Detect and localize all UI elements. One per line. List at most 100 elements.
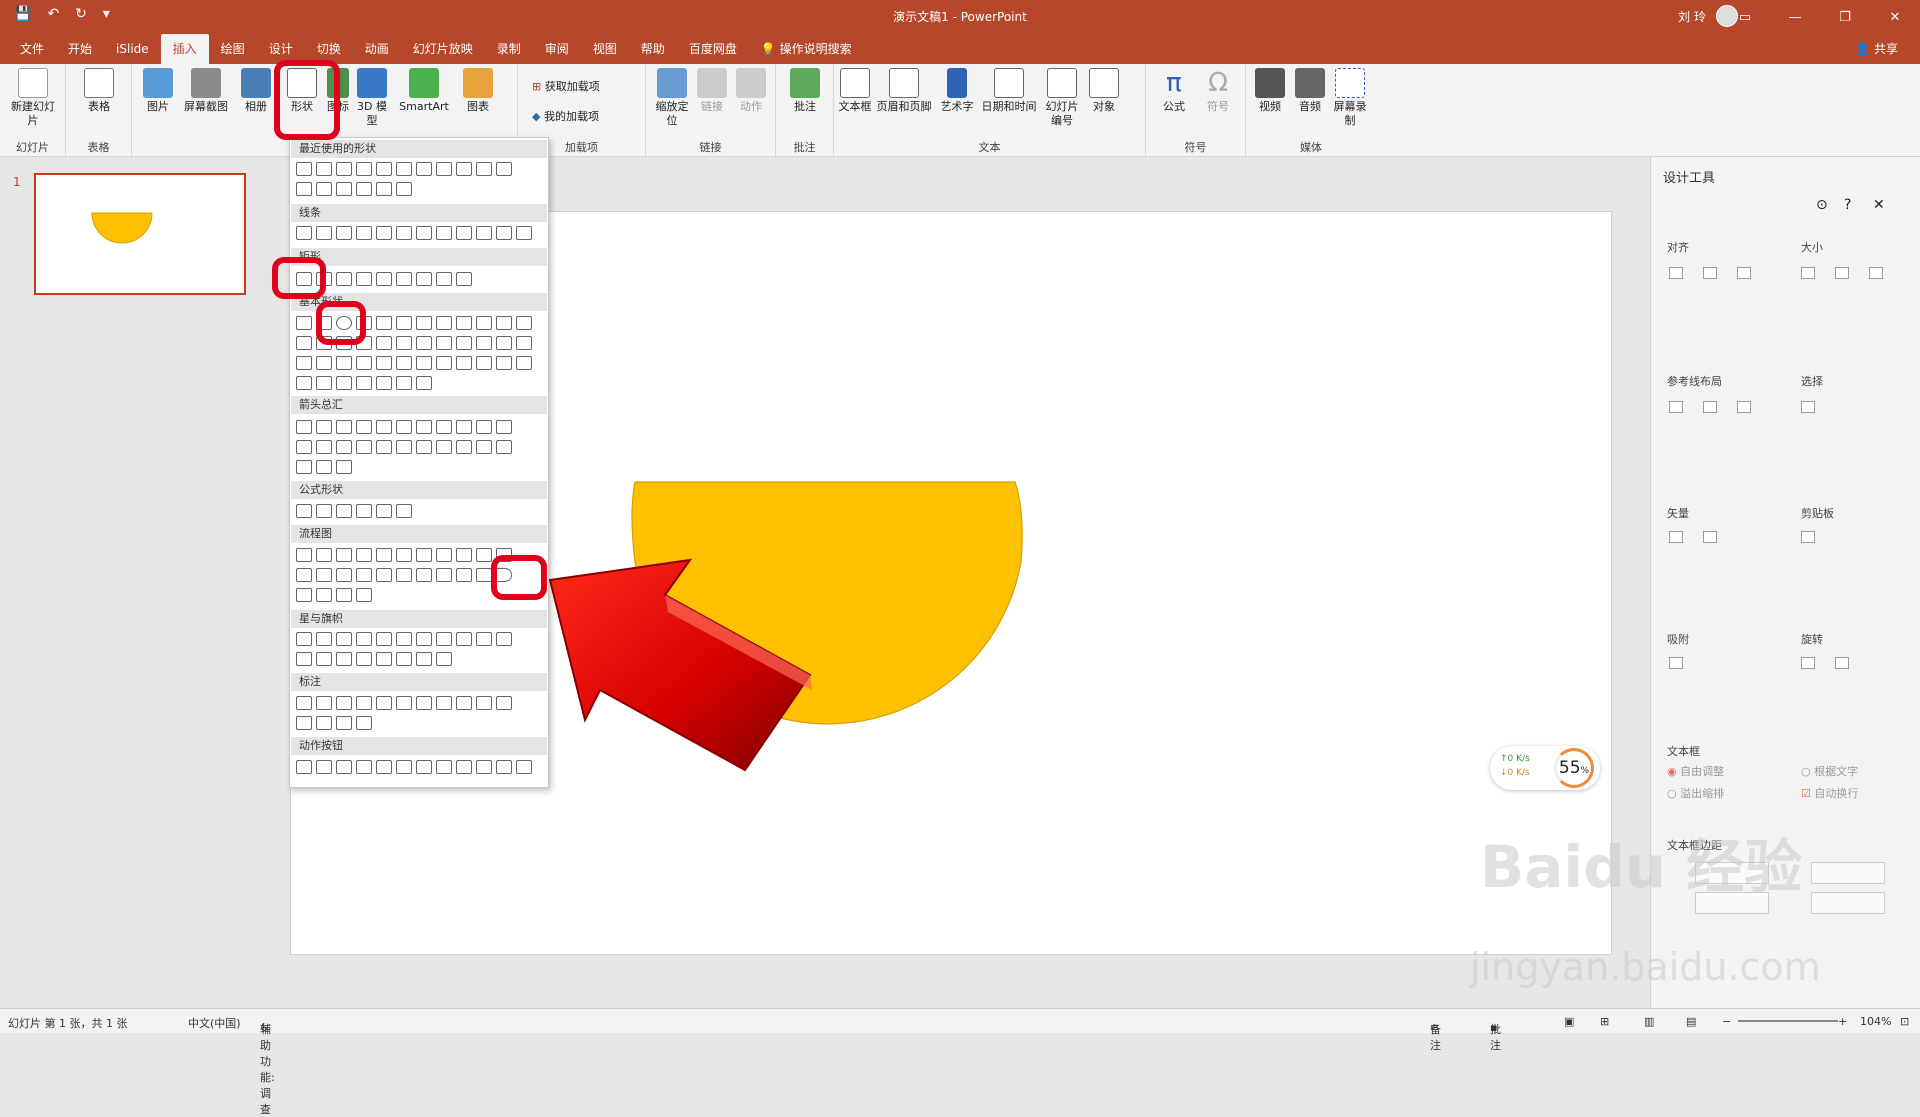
shape-item[interactable] bbox=[436, 336, 452, 350]
rotate-right-icon[interactable] bbox=[1835, 657, 1849, 669]
shape-item[interactable] bbox=[476, 336, 492, 350]
shape-item[interactable] bbox=[356, 356, 372, 370]
shape-item[interactable] bbox=[456, 420, 472, 434]
object-button[interactable]: 对象 bbox=[1086, 68, 1122, 114]
action-button[interactable]: 动作 bbox=[732, 68, 770, 114]
shape-item[interactable] bbox=[436, 760, 452, 774]
shape-item[interactable] bbox=[376, 652, 392, 666]
shape-item[interactable] bbox=[356, 440, 372, 454]
shape-item[interactable] bbox=[376, 356, 392, 370]
shape-item[interactable] bbox=[396, 440, 412, 454]
shape-item[interactable] bbox=[296, 504, 312, 518]
album-button[interactable]: 相册 bbox=[234, 68, 278, 114]
shape-item[interactable] bbox=[296, 356, 312, 370]
shape-item[interactable] bbox=[376, 272, 392, 286]
guide-center-icon[interactable] bbox=[1703, 401, 1717, 413]
shape-item[interactable] bbox=[336, 504, 352, 518]
shape-item[interactable] bbox=[336, 162, 352, 176]
align-left-icon[interactable] bbox=[1669, 267, 1683, 279]
shape-item[interactable] bbox=[316, 696, 332, 710]
shape-item[interactable] bbox=[356, 420, 372, 434]
shape-item[interactable] bbox=[316, 548, 332, 562]
shape-item[interactable] bbox=[396, 162, 412, 176]
zoom-out-icon[interactable]: − bbox=[1722, 1015, 1731, 1028]
shape-item[interactable] bbox=[296, 420, 312, 434]
close-icon[interactable]: ✕ bbox=[1870, 0, 1920, 34]
autowrap-checkbox[interactable]: ☑ 自动换行 bbox=[1801, 785, 1858, 801]
shape-item[interactable] bbox=[396, 316, 412, 330]
audio-button[interactable]: 音频 bbox=[1292, 68, 1328, 114]
shape-item[interactable] bbox=[316, 460, 332, 474]
shape-item[interactable] bbox=[436, 440, 452, 454]
shape-item[interactable] bbox=[436, 420, 452, 434]
shape-item[interactable] bbox=[496, 316, 512, 330]
shape-item[interactable] bbox=[436, 568, 452, 582]
shape-item[interactable] bbox=[336, 652, 352, 666]
shape-item[interactable] bbox=[396, 568, 412, 582]
maximize-icon[interactable]: ❐ bbox=[1820, 0, 1870, 34]
shape-item[interactable] bbox=[296, 182, 312, 196]
guide-left-icon[interactable] bbox=[1669, 401, 1683, 413]
shape-item[interactable] bbox=[496, 420, 512, 434]
shape-item[interactable] bbox=[296, 440, 312, 454]
shape-item[interactable] bbox=[416, 632, 432, 646]
shape-item[interactable] bbox=[356, 588, 372, 602]
shape-item[interactable] bbox=[336, 548, 352, 562]
shape-item[interactable] bbox=[376, 504, 392, 518]
datetime-button[interactable]: 日期和时间 bbox=[978, 68, 1040, 114]
shape-item[interactable] bbox=[356, 226, 372, 240]
shape-item[interactable] bbox=[456, 226, 472, 240]
shape-item[interactable] bbox=[416, 376, 432, 390]
fit-slide-icon[interactable]: ⊡ bbox=[1900, 1015, 1909, 1028]
shape-item[interactable] bbox=[336, 420, 352, 434]
panel-close-icon[interactable]: ✕ bbox=[1873, 197, 1885, 213]
tab-animations[interactable]: 动画 bbox=[353, 34, 401, 64]
shape-item[interactable] bbox=[356, 696, 372, 710]
language[interactable]: 中文(中国) bbox=[188, 1015, 241, 1031]
union-icon[interactable] bbox=[1669, 531, 1683, 543]
shape-item[interactable] bbox=[316, 652, 332, 666]
shape-item[interactable] bbox=[376, 568, 392, 582]
model3d-button[interactable]: 3D 模型 bbox=[354, 68, 390, 128]
shape-item[interactable] bbox=[436, 162, 452, 176]
zoom-button[interactable]: 缩放定位 bbox=[652, 68, 692, 128]
rotate-left-icon[interactable] bbox=[1801, 657, 1815, 669]
shape-item[interactable] bbox=[376, 336, 392, 350]
shape-item[interactable] bbox=[416, 440, 432, 454]
shape-item[interactable] bbox=[396, 760, 412, 774]
help-icon[interactable]: ? bbox=[1844, 197, 1851, 213]
shape-item[interactable] bbox=[436, 548, 452, 562]
shape-item[interactable] bbox=[316, 356, 332, 370]
shape-item[interactable] bbox=[356, 632, 372, 646]
align-right-icon[interactable] bbox=[1737, 267, 1751, 279]
shape-item[interactable] bbox=[336, 356, 352, 370]
shape-item[interactable] bbox=[496, 226, 512, 240]
shape-item[interactable] bbox=[336, 568, 352, 582]
shape-item[interactable] bbox=[476, 226, 492, 240]
shape-item[interactable] bbox=[376, 226, 392, 240]
shape-item[interactable] bbox=[296, 632, 312, 646]
tab-baidu-netdisk[interactable]: 百度网盘 bbox=[677, 34, 749, 64]
tab-view[interactable]: 视图 bbox=[581, 34, 629, 64]
shape-item[interactable] bbox=[476, 632, 492, 646]
sorter-view-icon[interactable]: ⊞ bbox=[1600, 1015, 1609, 1028]
tab-home[interactable]: 开始 bbox=[56, 34, 104, 64]
shape-item[interactable] bbox=[456, 356, 472, 370]
wordart-button[interactable]: 艺术字 bbox=[938, 68, 976, 114]
shape-item[interactable] bbox=[316, 632, 332, 646]
zoom-slider[interactable] bbox=[1738, 1020, 1838, 1022]
shape-item[interactable] bbox=[296, 376, 312, 390]
shape-item[interactable] bbox=[516, 336, 532, 350]
shape-item[interactable] bbox=[316, 182, 332, 196]
shape-item[interactable] bbox=[336, 376, 352, 390]
shape-item[interactable] bbox=[296, 548, 312, 562]
same-height-icon[interactable] bbox=[1835, 267, 1849, 279]
shape-item[interactable] bbox=[436, 652, 452, 666]
shape-item[interactable] bbox=[296, 652, 312, 666]
shape-item[interactable] bbox=[296, 760, 312, 774]
shape-item[interactable] bbox=[516, 760, 532, 774]
shape-item[interactable] bbox=[416, 548, 432, 562]
shape-item[interactable] bbox=[496, 696, 512, 710]
shape-item[interactable] bbox=[396, 272, 412, 286]
shape-item[interactable] bbox=[356, 548, 372, 562]
